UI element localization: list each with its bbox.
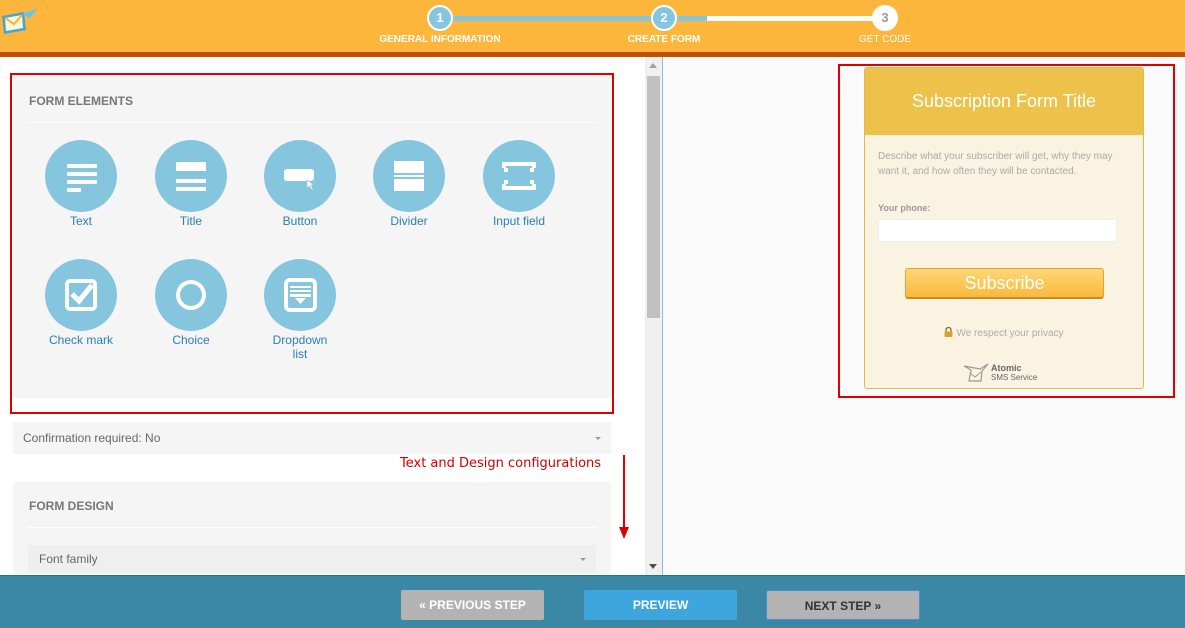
annotation-arrow-icon xyxy=(623,455,625,527)
input-field-icon xyxy=(502,162,536,190)
panel-separator xyxy=(28,122,596,123)
app-logo-icon xyxy=(2,8,38,34)
element-check-mark-label: Check mark xyxy=(48,333,113,347)
previous-step-button[interactable]: « PREVIOUS STEP xyxy=(401,590,544,620)
phone-input[interactable] xyxy=(878,219,1117,242)
annotation-text: Text and Design configurations xyxy=(400,456,602,471)
element-title[interactable]: Title xyxy=(136,140,246,228)
editor-pane: FORM ELEMENTS Text Title Button Divider … xyxy=(0,57,645,575)
brand-name: Atomic xyxy=(991,363,1022,373)
lock-icon xyxy=(944,327,953,337)
subscribe-button[interactable]: Subscribe xyxy=(905,268,1104,299)
element-input-field[interactable]: Input field xyxy=(464,140,574,228)
step-1-circle[interactable]: 1 xyxy=(427,5,453,31)
element-text[interactable]: Text xyxy=(26,140,136,228)
confirmation-required-value: Confirmation required: No xyxy=(23,431,161,445)
footer-bar: « PREVIOUS STEP PREVIEW NEXT STEP » xyxy=(0,575,1185,628)
step-2-label[interactable]: CREATE FORM xyxy=(628,34,701,45)
element-choice-label: Choice xyxy=(172,333,210,347)
step-3-label[interactable]: GET CODE xyxy=(859,34,911,45)
subscription-form-preview: Subscription Form Title Describe what yo… xyxy=(864,67,1144,389)
element-check-mark[interactable]: Check mark xyxy=(26,259,136,347)
scroll-down-icon[interactable] xyxy=(649,564,657,569)
annotation-arrowhead-icon xyxy=(619,527,629,539)
element-divider[interactable]: Divider xyxy=(354,140,464,228)
panel-separator xyxy=(28,527,596,528)
dropdown-list-icon xyxy=(284,278,317,312)
element-dropdown-list[interactable]: Dropdown list xyxy=(245,259,355,361)
step-1-label[interactable]: GENERAL INFORMATION xyxy=(379,34,500,45)
checkbox-icon xyxy=(65,279,97,311)
element-button[interactable]: Button xyxy=(245,140,355,228)
chevron-down-icon xyxy=(580,558,586,561)
element-title-label: Title xyxy=(179,214,203,228)
editor-scrollbar[interactable] xyxy=(645,57,662,575)
element-dropdown-list-label: Dropdown list xyxy=(272,333,328,361)
confirmation-required-select[interactable]: Confirmation required: No xyxy=(13,422,611,454)
brand-logo-icon xyxy=(963,363,989,382)
element-text-label: Text xyxy=(69,214,92,228)
form-preview-title: Subscription Form Title xyxy=(865,68,1143,135)
form-elements-title: FORM ELEMENTS xyxy=(29,94,133,108)
top-bar: 1 GENERAL INFORMATION 2 CREATE FORM 3 GE… xyxy=(0,0,1185,52)
atomic-sms-brand: Atomic SMS Service xyxy=(963,361,1053,385)
privacy-text: We respect your privacy xyxy=(956,328,1064,339)
button-cursor-icon xyxy=(284,169,315,191)
element-divider-label: Divider xyxy=(390,214,428,228)
phone-field-label: Your phone: xyxy=(878,203,931,213)
form-elements-panel: FORM ELEMENTS Text Title Button Divider … xyxy=(13,73,611,398)
form-design-panel: FORM DESIGN Font family xyxy=(13,482,611,575)
next-step-button[interactable]: NEXT STEP » xyxy=(766,590,920,620)
brand-subtitle: SMS Service xyxy=(991,373,1038,382)
chevron-down-icon xyxy=(595,437,601,440)
form-preview-description: Describe what your subscriber will get, … xyxy=(878,151,1113,177)
privacy-note: We respect your privacy xyxy=(865,327,1143,339)
form-design-title: FORM DESIGN xyxy=(29,499,114,513)
step-3-circle[interactable]: 3 xyxy=(872,5,898,31)
element-input-field-label: Input field xyxy=(492,214,546,228)
title-icon xyxy=(176,162,206,191)
preview-button[interactable]: PREVIEW xyxy=(584,590,737,620)
font-family-select[interactable]: Font family xyxy=(28,545,596,573)
element-button-label: Button xyxy=(282,214,318,228)
divider-icon xyxy=(394,161,424,191)
scroll-up-icon[interactable] xyxy=(649,63,657,68)
scroll-thumb[interactable] xyxy=(647,76,660,318)
step-2-circle[interactable]: 2 xyxy=(651,5,677,31)
radio-circle-icon xyxy=(176,280,206,310)
text-lines-icon xyxy=(67,164,97,192)
element-choice[interactable]: Choice xyxy=(136,259,246,347)
font-family-placeholder: Font family xyxy=(39,552,98,566)
